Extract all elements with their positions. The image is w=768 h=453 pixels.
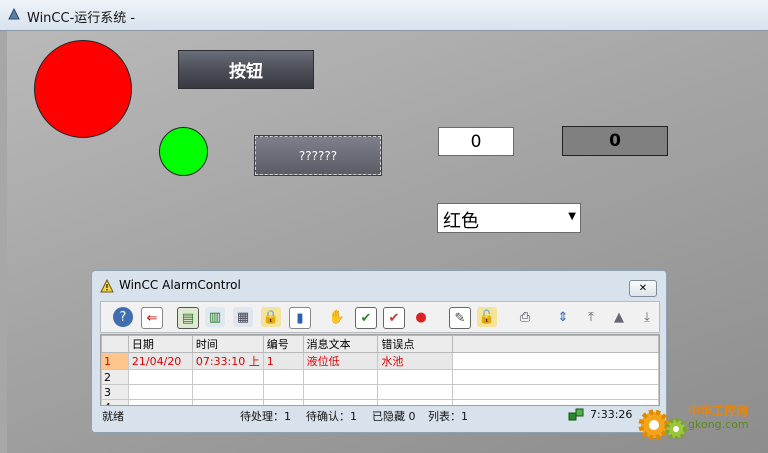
cell-date: 21/04/20 bbox=[127, 352, 193, 370]
message-list-icon[interactable]: ▤ bbox=[177, 307, 199, 329]
lock-dialog-icon[interactable]: 🔓 bbox=[477, 307, 497, 327]
gear-icon bbox=[638, 409, 687, 441]
help-icon[interactable]: ? bbox=[113, 307, 133, 327]
cell-filler bbox=[452, 369, 659, 385]
column-header-message-text[interactable]: 消息文本 bbox=[302, 335, 379, 353]
server-connection-icon bbox=[568, 408, 584, 421]
row-number: 3 bbox=[101, 384, 129, 400]
table-header-row: 日期 时间 编号 消息文本 错误点 bbox=[101, 335, 659, 353]
cell-time bbox=[191, 384, 264, 400]
main-button[interactable]: 按钮 bbox=[178, 50, 314, 89]
column-header-error-point[interactable]: 错误点 bbox=[377, 335, 454, 353]
cell-message-text bbox=[302, 384, 379, 400]
question-button[interactable]: ?????? bbox=[254, 135, 382, 176]
column-header-time[interactable]: 时间 bbox=[191, 335, 264, 353]
cell-number bbox=[262, 384, 304, 400]
lock-list-icon[interactable]: 🔒 bbox=[261, 307, 281, 327]
red-indicator-lamp bbox=[34, 40, 132, 138]
alarm-window-icon bbox=[100, 279, 114, 293]
close-icon[interactable]: ✕ bbox=[639, 283, 647, 294]
alarm-status-bar: 就绪 待处理：1 待确认：1 已隐藏 0 列表：1 7:33:26 bbox=[100, 405, 658, 425]
chevron-down-icon[interactable]: ▼ bbox=[568, 211, 576, 222]
selection-dialog-icon[interactable]: ✎ bbox=[449, 307, 471, 329]
status-hidden-count: 已隐藏 0 bbox=[372, 410, 416, 423]
watermark-text-cn: 中华工控网 bbox=[688, 404, 749, 418]
table-row[interactable]: 2 bbox=[101, 369, 659, 385]
cell-number: 1 bbox=[262, 352, 304, 370]
cell-date bbox=[127, 369, 193, 385]
long-term-archive-icon[interactable]: ▦ bbox=[233, 307, 253, 327]
next-message-icon[interactable]: ⤓ bbox=[637, 307, 657, 327]
close-button[interactable]: ✕ bbox=[629, 280, 657, 297]
acknowledge-single-icon[interactable]: ✋ bbox=[327, 307, 347, 327]
cell-filler bbox=[452, 352, 659, 370]
previous-message-icon[interactable]: ▲ bbox=[609, 307, 629, 327]
short-term-archive-icon[interactable]: ▥ bbox=[205, 307, 225, 327]
wincc-app-icon bbox=[8, 7, 20, 20]
group-acknowledge-icon[interactable]: ✔ bbox=[355, 307, 377, 329]
cell-message-text bbox=[302, 369, 379, 385]
status-pending-count: 待处理：1 bbox=[240, 410, 291, 423]
row-number: 2 bbox=[101, 369, 129, 385]
cell-error-point: 水池 bbox=[377, 352, 454, 370]
first-message-icon[interactable]: ⤒ bbox=[581, 307, 601, 327]
cell-time: 07:33:10 上 bbox=[191, 352, 264, 370]
row-number: 1 bbox=[101, 352, 129, 370]
cell-error-point bbox=[377, 384, 454, 400]
combo-selected-value: 红色 bbox=[443, 211, 479, 232]
cell-message-text: 液位低 bbox=[302, 352, 379, 370]
status-ready: 就绪 bbox=[102, 410, 124, 423]
sort-dialog-icon[interactable]: ⇕ bbox=[553, 307, 573, 327]
title-bar: WinCC-运行系统 - bbox=[0, 0, 768, 31]
watermark-text-en: gkong.com bbox=[688, 418, 749, 431]
cell-time bbox=[191, 369, 264, 385]
watermark-logo: 中华工控网 gkong.com bbox=[632, 397, 768, 453]
window-title: WinCC-运行系统 - bbox=[27, 11, 136, 26]
cell-filler bbox=[452, 384, 659, 400]
alarm-message-table: 日期 时间 编号 消息文本 错误点 1 21/04/20 07:33:10 上 … bbox=[100, 334, 660, 406]
horn-acknowledge-icon[interactable]: ● bbox=[411, 307, 431, 327]
status-unacknowledged-count: 待确认：1 bbox=[306, 410, 357, 423]
io-field-output: 0 bbox=[562, 126, 668, 156]
cell-error-point bbox=[377, 369, 454, 385]
alarm-toolbar: ? ⇐ ▤ ▥ ▦ 🔒 ▮ ✋ ✔ ✔ ● ✎ 🔓 ⎙ ⇕ ⤒ ▲ ⤓ bbox=[100, 301, 660, 333]
color-combobox[interactable]: 红色 ▼ bbox=[437, 203, 581, 233]
alarm-control-window: WinCC AlarmControl ✕ ? ⇐ ▤ ▥ ▦ 🔒 ▮ ✋ ✔ ✔… bbox=[91, 270, 667, 433]
cell-number bbox=[262, 369, 304, 385]
status-time: 7:33:26 bbox=[590, 408, 633, 421]
alarm-window-title: WinCC AlarmControl bbox=[119, 278, 241, 292]
status-list-count: 列表：1 bbox=[428, 410, 468, 423]
statistics-icon[interactable]: ▮ bbox=[289, 307, 311, 329]
print-icon[interactable]: ⎙ bbox=[515, 307, 535, 327]
column-header-filler bbox=[452, 335, 659, 353]
config-dialog-icon[interactable]: ⇐ bbox=[141, 307, 163, 329]
table-row[interactable]: 1 21/04/20 07:33:10 上 1 液位低 水池 bbox=[101, 352, 659, 370]
green-indicator-lamp bbox=[159, 127, 208, 176]
column-header-number[interactable]: 编号 bbox=[262, 335, 304, 353]
row-number-header bbox=[101, 335, 129, 353]
cell-date bbox=[127, 384, 193, 400]
emergency-acknowledge-icon[interactable]: ✔ bbox=[383, 307, 405, 329]
io-field-input[interactable]: 0 bbox=[438, 127, 514, 156]
table-row[interactable]: 3 bbox=[101, 384, 659, 400]
column-header-date[interactable]: 日期 bbox=[127, 335, 193, 353]
